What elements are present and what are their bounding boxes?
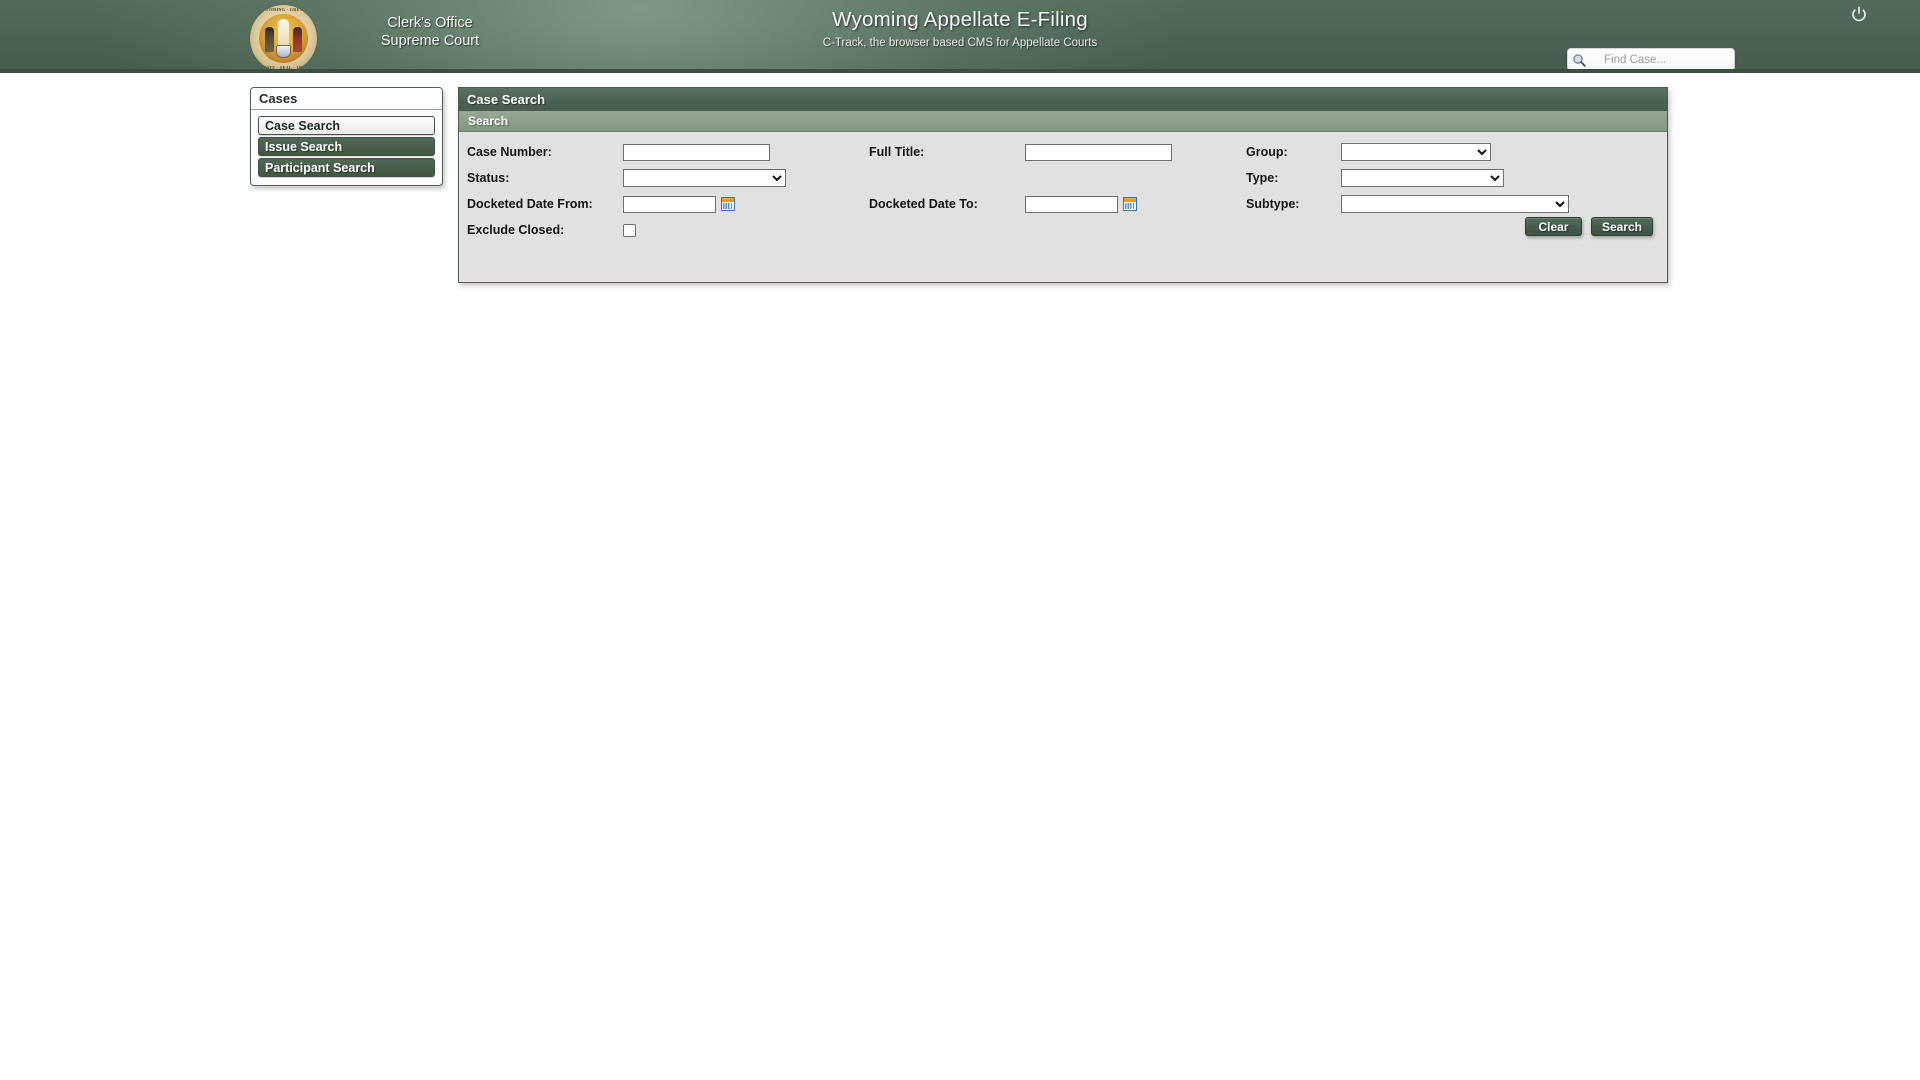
full-title-input[interactable] bbox=[1025, 143, 1172, 161]
group-label: Group: bbox=[1246, 145, 1288, 159]
header-divider bbox=[0, 69, 1920, 71]
exclude-closed-checkbox[interactable] bbox=[623, 223, 636, 237]
case-number-input[interactable] bbox=[623, 143, 770, 161]
seal-figure-left bbox=[265, 27, 274, 52]
calendar-icon-grid bbox=[1125, 203, 1135, 209]
header-title-block: Wyoming Appellate E-Filing C-Track, the … bbox=[660, 8, 1260, 49]
app-header: · WYOMING · GREAT · · STATE · SEAL · 189… bbox=[0, 0, 1920, 73]
panel-title: Case Search bbox=[459, 88, 1667, 111]
docketed-date-to-label: Docketed Date To: bbox=[869, 197, 978, 211]
field-row-docketed-date-to: Docketed Date To: bbox=[869, 191, 1137, 217]
sidebar-item-case-search[interactable]: Case Search bbox=[258, 116, 435, 135]
exclude-closed-label: Exclude Closed: bbox=[467, 223, 565, 237]
search-button[interactable]: Search bbox=[1590, 217, 1653, 236]
sidebar-header: Cases bbox=[251, 88, 442, 110]
field-row-full-title: Full Title: bbox=[869, 139, 1172, 165]
docketed-date-from-input[interactable] bbox=[623, 195, 716, 213]
calendar-icon-header bbox=[1124, 198, 1136, 202]
calendar-icon-header bbox=[722, 198, 734, 202]
field-row-docketed-date-from: Docketed Date From: bbox=[467, 191, 735, 217]
form-button-row: Clear Search bbox=[1524, 217, 1653, 236]
search-section-header: Search bbox=[459, 111, 1667, 132]
docketed-date-to-input[interactable] bbox=[1025, 195, 1118, 213]
calendar-icon[interactable] bbox=[721, 197, 735, 211]
type-label: Type: bbox=[1246, 171, 1279, 185]
find-case-input[interactable] bbox=[1590, 50, 1762, 69]
field-row-exclude-closed: Exclude Closed: bbox=[467, 217, 636, 243]
subtype-select[interactable] bbox=[1341, 195, 1569, 213]
court-name-line-1: Clerk's Office bbox=[387, 15, 473, 31]
wyoming-state-seal-logo: · WYOMING · GREAT · · STATE · SEAL · 189… bbox=[250, 5, 317, 71]
seal-shield bbox=[276, 45, 291, 58]
sidebar-item-label: Case Search bbox=[265, 119, 341, 133]
court-name-line-2: Supreme Court bbox=[380, 33, 480, 49]
subtype-label: Subtype: bbox=[1246, 197, 1300, 211]
field-row-subtype: Subtype: bbox=[1246, 191, 1569, 217]
seal-ring-text-top: · WYOMING · GREAT · bbox=[258, 7, 309, 12]
case-number-label: Case Number: bbox=[467, 145, 552, 159]
status-label: Status: bbox=[467, 171, 510, 185]
power-icon[interactable] bbox=[1851, 6, 1867, 22]
sidebar-item-participant-search[interactable]: Participant Search bbox=[258, 158, 435, 177]
case-search-panel: Case Search Search Case Number: Status: … bbox=[458, 87, 1668, 283]
field-row-status: Status: bbox=[467, 165, 786, 191]
field-row-group: Group: bbox=[1246, 139, 1491, 165]
seal-figure-right bbox=[293, 27, 302, 52]
magnifier-icon[interactable] bbox=[1568, 49, 1590, 70]
type-select[interactable] bbox=[1341, 169, 1504, 187]
cases-sidebar-panel: Cases Case Search Issue Search Participa… bbox=[250, 87, 443, 186]
case-search-form: Case Number: Status: Docketed Date From:… bbox=[459, 132, 1667, 249]
page-title: Wyoming Appellate E-Filing bbox=[832, 8, 1088, 31]
seal-inner-disc bbox=[259, 14, 308, 63]
sidebar-item-issue-search[interactable]: Issue Search bbox=[258, 137, 435, 156]
sidebar-menu-list: Case Search Issue Search Participant Sea… bbox=[251, 110, 442, 177]
find-case-search-box[interactable] bbox=[1567, 48, 1762, 71]
clear-button[interactable]: Clear bbox=[1524, 217, 1582, 236]
sidebar-item-label: Issue Search bbox=[265, 140, 343, 154]
calendar-icon[interactable] bbox=[1123, 197, 1137, 211]
docketed-date-from-label: Docketed Date From: bbox=[467, 197, 593, 211]
status-select[interactable] bbox=[623, 169, 786, 187]
sidebar-item-label: Participant Search bbox=[265, 161, 375, 175]
field-row-type: Type: bbox=[1246, 165, 1504, 191]
calendar-icon-grid bbox=[723, 203, 733, 209]
group-select[interactable] bbox=[1341, 143, 1491, 161]
page-subtitle: C-Track, the browser based CMS for Appel… bbox=[822, 37, 1098, 49]
court-name-label: Clerk's Office Supreme Court bbox=[330, 14, 530, 50]
field-row-case-number: Case Number: bbox=[467, 139, 770, 165]
full-title-label: Full Title: bbox=[869, 145, 925, 159]
